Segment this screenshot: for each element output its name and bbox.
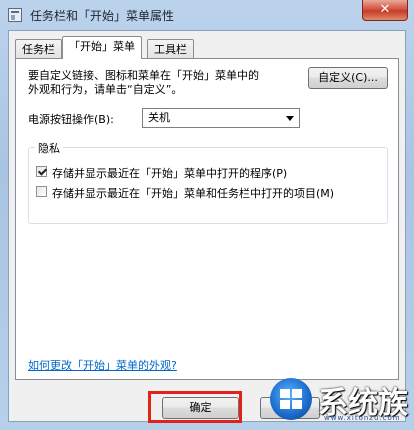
customize-description: 要自定义链接、图标和菜单在「开始」菜单中的 外观和行为，请单击“自定义”。 [28,69,288,97]
tab-toolbars[interactable]: 工具栏 [147,39,194,58]
title-bar[interactable]: 任务栏和「开始」菜单属性 ✕ [0,0,414,30]
tab-start-menu[interactable]: 「开始」菜单 [62,36,142,59]
watermark-url: www.xitonzu.com [324,414,401,422]
description-line-1: 要自定义链接、图标和菜单在「开始」菜单中的 [28,69,259,82]
site-watermark: 系统族 www.xitonzu.com [262,376,414,430]
privacy-group-title: 隐私 [35,140,63,156]
taskbar-icon [8,8,22,22]
recent-items-label: 存储并显示最近在「开始」菜单和任务栏中打开的项目(M) [52,187,335,200]
properties-window: 任务栏和「开始」菜单属性 ✕ 任务栏 「开始」菜单 工具栏 要自定义链接、图标和… [0,0,414,430]
privacy-group: 隐私 存储并显示最近在「开始」菜单中打开的程序(P) 存储并显示最近在「开始」菜… [28,140,388,224]
close-button[interactable]: ✕ [362,0,408,21]
windows-logo-icon [270,378,312,420]
power-button-label: 电源按钮操作(B): [28,113,114,126]
chevron-down-icon [286,116,294,121]
description-line-2: 外观和行为，请单击“自定义”。 [28,83,183,96]
help-link[interactable]: 如何更改「开始」菜单的外观? [28,357,177,373]
tab-taskbar[interactable]: 任务栏 [15,39,62,58]
power-button-value: 关机 [148,111,170,124]
ok-highlight-box [148,391,242,423]
recent-programs-label: 存储并显示最近在「开始」菜单中打开的程序(P) [52,167,288,180]
power-button-select[interactable]: 关机 [142,108,300,128]
window-title: 任务栏和「开始」菜单属性 [30,9,175,23]
customize-button[interactable]: 自定义(C)... [308,67,388,89]
start-menu-panel: 要自定义链接、图标和菜单在「开始」菜单中的 外观和行为，请单击“自定义”。 自定… [15,58,399,380]
recent-programs-checkbox[interactable] [36,166,47,177]
dialog-client-area: 任务栏 「开始」菜单 工具栏 要自定义链接、图标和菜单在「开始」菜单中的 外观和… [8,30,406,422]
recent-items-checkbox[interactable] [36,186,47,197]
